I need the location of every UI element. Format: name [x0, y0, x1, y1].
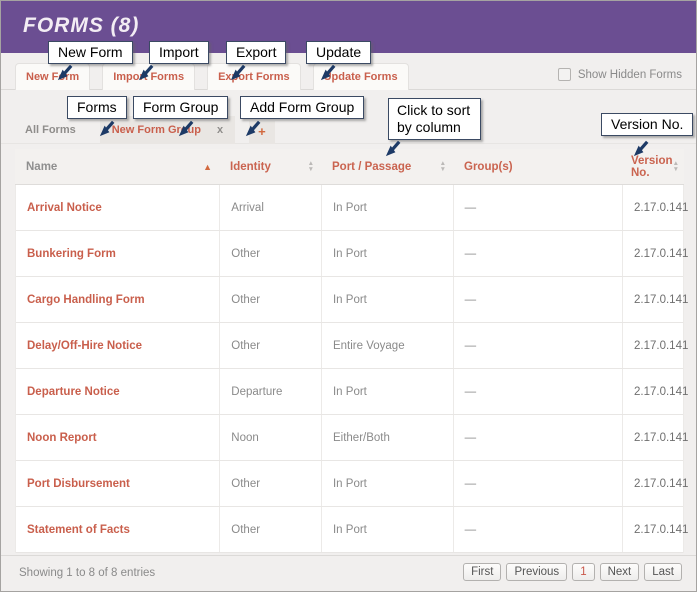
forms-table: Name ▲ Identity ▲▼ Port / Passage ▲▼ Gro…: [15, 149, 684, 553]
annotation-forms: Forms: [67, 96, 127, 119]
table-row: Port DisbursementOtherIn Port—2.17.0.141: [16, 461, 683, 507]
page-number-button[interactable]: 1: [572, 563, 594, 581]
tab-new-form-group[interactable]: New Form Groupx: [100, 116, 235, 144]
annotation-update: Update: [306, 41, 371, 64]
column-header-name[interactable]: Name ▲: [15, 149, 219, 184]
forms-window: FORMS (8) New Form Import Forms Export F…: [0, 0, 697, 592]
identity-cell: Other: [219, 323, 321, 368]
footer-bar: Showing 1 to 8 of 8 entries First Previou…: [1, 555, 696, 591]
table-row: Bunkering FormOtherIn Port—2.17.0.141: [16, 231, 683, 277]
annotation-arrow-icon: [319, 63, 338, 82]
table-row: Delay/Off-Hire NoticeOtherEntire Voyage—…: [16, 323, 683, 369]
version-cell: 2.17.0.141: [622, 323, 683, 368]
identity-cell: Noon: [219, 415, 321, 460]
new-form-button[interactable]: New Form: [15, 63, 90, 90]
sort-icon: ▲▼: [440, 161, 446, 173]
annotation-arrow-icon: [384, 139, 403, 158]
version-cell: 2.17.0.141: [622, 369, 683, 414]
column-label: Version No.: [631, 155, 673, 179]
sort-icon: ▲▼: [308, 161, 314, 173]
version-cell: 2.17.0.141: [622, 231, 683, 276]
last-page-button[interactable]: Last: [644, 563, 682, 581]
form-name-link[interactable]: Departure Notice: [16, 369, 219, 414]
table-row: Departure NoticeDepartureIn Port—2.17.0.…: [16, 369, 683, 415]
next-page-button[interactable]: Next: [600, 563, 640, 581]
groups-cell: —: [453, 323, 622, 368]
groups-cell: —: [453, 231, 622, 276]
form-name-link[interactable]: Delay/Off-Hire Notice: [16, 323, 219, 368]
port-passage-cell: In Port: [321, 461, 453, 506]
annotation-arrow-icon: [177, 119, 196, 138]
port-passage-cell: In Port: [321, 369, 453, 414]
first-page-button[interactable]: First: [463, 563, 501, 581]
annotation-arrow-icon: [56, 63, 75, 82]
form-name-link[interactable]: Statement of Facts: [16, 507, 219, 552]
column-header-identity[interactable]: Identity ▲▼: [219, 149, 321, 184]
column-label: Group(s): [464, 161, 513, 173]
annotation-add-form-group: Add Form Group: [240, 96, 364, 119]
sort-ascending-icon: ▲: [203, 162, 212, 172]
version-cell: 2.17.0.141: [622, 277, 683, 322]
pagination: First Previous 1 NextLast: [463, 563, 682, 581]
annotation-version-no: Version No.: [601, 113, 693, 136]
groups-cell: —: [453, 369, 622, 414]
groups-cell: —: [453, 461, 622, 506]
port-passage-cell: In Port: [321, 507, 453, 552]
page-title: FORMS (8): [23, 14, 139, 38]
annotation-arrow-icon: [244, 119, 263, 138]
identity-cell: Arrival: [219, 185, 321, 230]
annotation-import: Import: [149, 41, 209, 64]
show-hidden-forms-control: Show Hidden Forms: [558, 68, 682, 81]
table-body: Arrival NoticeArrivalIn Port—2.17.0.141B…: [15, 185, 684, 553]
tab-all-forms[interactable]: All Forms: [15, 116, 86, 144]
form-name-link[interactable]: Arrival Notice: [16, 185, 219, 230]
annotation-arrow-icon: [229, 63, 248, 82]
port-passage-cell: Either/Both: [321, 415, 453, 460]
show-hidden-checkbox[interactable]: [558, 68, 571, 81]
column-label: Name: [26, 161, 57, 173]
port-passage-cell: Entire Voyage: [321, 323, 453, 368]
column-label: Port / Passage: [332, 161, 411, 173]
groups-cell: —: [453, 415, 622, 460]
identity-cell: Other: [219, 231, 321, 276]
identity-cell: Other: [219, 277, 321, 322]
version-cell: 2.17.0.141: [622, 507, 683, 552]
form-name-link[interactable]: Cargo Handling Form: [16, 277, 219, 322]
port-passage-cell: In Port: [321, 185, 453, 230]
version-cell: 2.17.0.141: [622, 461, 683, 506]
groups-cell: —: [453, 277, 622, 322]
annotation-new-form: New Form: [48, 41, 133, 64]
table-row: Noon ReportNoonEither/Both—2.17.0.141: [16, 415, 683, 461]
annotation-arrow-icon: [98, 119, 117, 138]
identity-cell: Other: [219, 461, 321, 506]
table-row: Arrival NoticeArrivalIn Port—2.17.0.141: [16, 185, 683, 231]
previous-page-button[interactable]: Previous: [506, 563, 567, 581]
form-name-link[interactable]: Port Disbursement: [16, 461, 219, 506]
entries-summary: Showing 1 to 8 of 8 entries: [19, 567, 155, 579]
identity-cell: Departure: [219, 369, 321, 414]
table-row: Cargo Handling FormOtherIn Port—2.17.0.1…: [16, 277, 683, 323]
column-header-groups[interactable]: Group(s): [453, 149, 623, 184]
form-name-link[interactable]: Bunkering Form: [16, 231, 219, 276]
form-name-link[interactable]: Noon Report: [16, 415, 219, 460]
table-header-row: Name ▲ Identity ▲▼ Port / Passage ▲▼ Gro…: [15, 149, 684, 185]
column-label: Identity: [230, 161, 271, 173]
version-cell: 2.17.0.141: [622, 185, 683, 230]
port-passage-cell: In Port: [321, 277, 453, 322]
version-cell: 2.17.0.141: [622, 415, 683, 460]
annotation-click-to-sort: Click to sort by column: [388, 98, 481, 140]
port-passage-cell: In Port: [321, 231, 453, 276]
close-group-icon[interactable]: x: [217, 124, 223, 136]
annotation-arrow-icon: [632, 139, 651, 158]
annotation-arrow-icon: [137, 63, 156, 82]
identity-cell: Other: [219, 507, 321, 552]
annotation-export: Export: [226, 41, 286, 64]
sort-icon: ▲▼: [673, 161, 679, 173]
groups-cell: —: [453, 185, 622, 230]
groups-cell: —: [453, 507, 622, 552]
table-row: Statement of FactsOtherIn Port—2.17.0.14…: [16, 507, 683, 553]
annotation-form-group: Form Group: [133, 96, 228, 119]
export-forms-button[interactable]: Export Forms: [207, 63, 301, 90]
show-hidden-label: Show Hidden Forms: [578, 69, 682, 81]
